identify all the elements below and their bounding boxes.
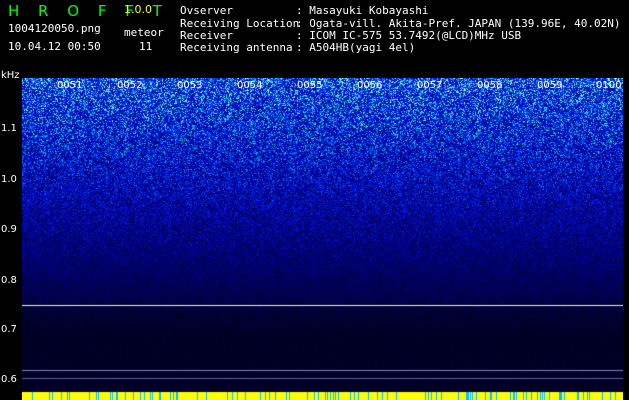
- x-tick-label: 0052: [117, 80, 143, 91]
- y-tick-label: 1.1: [1, 123, 17, 134]
- antenna-label: Receiving antenna: [180, 41, 293, 54]
- spectrogram-panel: 1.1 1.0 0.9 0.8 0.7 0.6 0051 0052 0053 0…: [0, 78, 629, 400]
- meteor-label: meteor: [124, 26, 164, 39]
- x-tick-label: 0059: [537, 80, 563, 91]
- x-tick-label: 0056: [357, 80, 383, 91]
- x-tick-label: 0057: [417, 80, 443, 91]
- spectrogram-canvas: [22, 78, 623, 400]
- y-tick-label: 0.7: [1, 324, 17, 335]
- capture-datetime: 10.04.12 00:50: [8, 40, 101, 53]
- observer-label: Ovserver: [180, 4, 233, 17]
- x-tick-label: 0054: [237, 80, 263, 91]
- header-panel: H R O F F T 1.0.0 1004120050.png meteor …: [0, 0, 629, 81]
- x-tick-label: 0055: [297, 80, 323, 91]
- y-tick-label: 0.8: [1, 275, 17, 286]
- observer-value: : Masayuki Kobayashi: [296, 4, 429, 17]
- y-tick-label: 0.9: [1, 224, 17, 235]
- capture-filename: 1004120050.png: [8, 22, 101, 35]
- meteor-count: 11: [139, 40, 153, 53]
- x-tick-label: 0051: [57, 80, 83, 91]
- x-tick-label: 0053: [177, 80, 203, 91]
- x-tick-label: 0058: [477, 80, 503, 91]
- app-version: 1.0.0: [124, 3, 152, 16]
- y-tick-label: 0.6: [1, 374, 17, 385]
- x-tick-label: 0100: [596, 80, 622, 91]
- antenna-value: : A504HB(yagi 4el): [296, 41, 416, 54]
- y-tick-label: 1.0: [1, 174, 17, 185]
